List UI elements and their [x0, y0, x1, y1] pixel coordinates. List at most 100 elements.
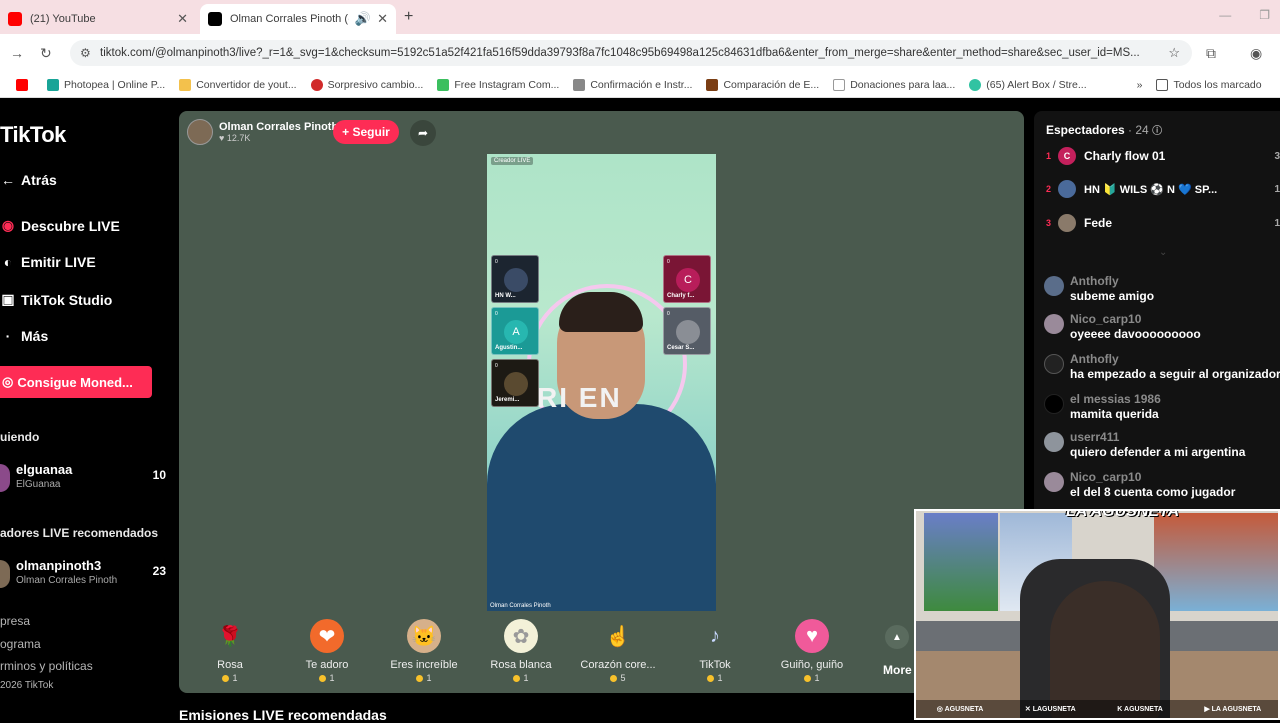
more-bookmarks-button[interactable]: »	[1137, 79, 1143, 91]
youtube-bookmark-icon[interactable]	[16, 78, 33, 91]
site-info-icon[interactable]: ⚙	[80, 46, 91, 60]
guest-tile[interactable]: 0 C Charly f...	[663, 255, 711, 303]
bookmark-alertbox[interactable]: (65) Alert Box / Stre...	[969, 78, 1087, 91]
avatar	[0, 464, 10, 492]
viewer-row[interactable]: 3 Fede 1	[1046, 210, 1280, 236]
tab-tiktok[interactable]: Olman Corrales Pinoth (@o 🔊 ✕	[200, 4, 396, 34]
site-icon	[706, 78, 719, 91]
chevron-down-icon[interactable]: ⌄	[1159, 247, 1167, 258]
share-icon[interactable]: ➦	[410, 120, 436, 146]
viewer-row[interactable]: 2 HN 🔰 WILS ⚽ N 💙 SP... 1	[1046, 176, 1280, 202]
minimize-icon[interactable]: —	[1219, 8, 1231, 22]
tiktok-logo[interactable]: TikTok	[0, 122, 66, 148]
link-icon	[573, 78, 586, 91]
guest-badge: 0	[495, 259, 498, 265]
chat-text: quiero defender a mi argentina	[1070, 445, 1246, 459]
x-handle: ✕ LAGUSNETA	[1024, 706, 1076, 713]
live-video[interactable]: RI EN Creador LIVE 0 HN W... 0 A Agustin…	[487, 154, 716, 611]
guest-tile[interactable]: 0 HN W...	[491, 255, 539, 303]
footer-link-empresa[interactable]: presa	[0, 614, 30, 628]
chat-username: userr411	[1070, 430, 1120, 444]
host-info[interactable]: Olman Corrales Pinoth ♥ 12.7K	[187, 119, 338, 145]
tab-label: Olman Corrales Pinoth (@o	[230, 13, 349, 25]
extensions-icon[interactable]: ⧉	[1206, 45, 1216, 62]
chat-username: el messias 1986	[1070, 392, 1161, 406]
arrow-icon	[833, 78, 846, 91]
gift-rosa[interactable]: 🌹 Rosa 1	[185, 619, 275, 684]
white-rose-icon: ✿	[504, 619, 538, 653]
new-tab-button[interactable]: +	[404, 8, 413, 26]
guest-name: Jeremi...	[495, 397, 520, 403]
bookmark-instagram[interactable]: Free Instagram Com...	[437, 78, 559, 91]
broadcast-icon: ◐	[3, 254, 13, 270]
guest-avatar: C	[676, 268, 700, 292]
avatar	[1058, 214, 1076, 232]
bookmark-all[interactable]: Todos los marcado	[1156, 78, 1262, 91]
footer-link-terms[interactable]: rminos y políticas	[0, 659, 93, 673]
forward-icon[interactable]: →	[10, 45, 24, 61]
gift-te-adoro[interactable]: ❤ Te adoro 1	[282, 619, 372, 683]
bookmark-sorpresivo[interactable]: Sorpresivo cambio...	[310, 78, 423, 91]
bookmarks-bar: Photopea | Online P... Convertidor de yo…	[0, 72, 1280, 98]
follow-button[interactable]: + Seguir	[333, 120, 399, 144]
bookmark-convertidor[interactable]: Convertidor de yout...	[179, 78, 297, 91]
gift-tiktok[interactable]: ♪ TikTok 1	[670, 619, 760, 684]
finger-heart-icon: ☝	[605, 625, 631, 648]
bookmark-photopea[interactable]: Photopea | Online P...	[47, 78, 165, 91]
bookmark-comparacion[interactable]: Comparación de E...	[706, 78, 819, 91]
footer-link-programa[interactable]: ograma	[0, 637, 41, 651]
more-gifts-button[interactable]: More	[883, 663, 912, 677]
guest-name: HN W...	[495, 293, 516, 299]
tab-youtube[interactable]: (21) YouTube ✕	[0, 4, 196, 34]
guest-tile[interactable]: 0 Cesar S...	[663, 307, 711, 355]
video-caption: Olman Corrales Pinoth	[490, 603, 551, 609]
rose-icon: 🌹	[217, 625, 243, 648]
url-field[interactable]: ⚙ tiktok.com/@olmanpinoth3/live?_r=1&_sv…	[70, 40, 1192, 66]
streamer-hair	[559, 292, 643, 332]
chat-username: Anthofly	[1070, 352, 1119, 366]
gift-guino[interactable]: ♥ Guiño, guiño 1	[767, 619, 857, 683]
streamer-body	[487, 404, 716, 611]
nav-tiktok-studio[interactable]: ▣ TikTok Studio	[0, 291, 112, 308]
reload-icon[interactable]: ↻	[40, 45, 52, 62]
guest-tile[interactable]: 0 Jeremi...	[491, 359, 539, 407]
watermark-logo: LA AGUSNETA	[1066, 509, 1180, 520]
close-tab-icon[interactable]: ✕	[377, 11, 388, 27]
guest-badge: 0	[667, 311, 670, 317]
guest-avatar	[504, 372, 528, 396]
audio-icon[interactable]: 🔊	[355, 11, 371, 27]
following-account[interactable]: elguanaa ElGuanaa 10	[0, 458, 170, 498]
nav-more[interactable]: · Más	[0, 328, 49, 344]
coin-icon: ◎	[2, 374, 14, 389]
nav-discover-live[interactable]: ◉ Descubre LIVE	[0, 217, 120, 234]
gift-eres-increible[interactable]: 🐱 Eres increíble 1	[379, 619, 469, 683]
get-coins-button[interactable]: ◎ Consigue Moned...	[0, 366, 152, 398]
chat-username: Nico_carp10	[1070, 470, 1142, 484]
profile-icon[interactable]: ◉	[1250, 45, 1262, 62]
chevron-up-icon[interactable]: ▲	[885, 625, 909, 649]
restore-icon[interactable]: ❐	[1259, 8, 1270, 22]
bookmark-donaciones[interactable]: Donaciones para laa...	[833, 78, 955, 91]
recommended-account[interactable]: olmanpinoth3 Olman Corrales Pinoth 23	[0, 554, 170, 594]
gift-rosa-blanca[interactable]: ✿ Rosa blanca 1	[476, 619, 566, 683]
viewer-count: 23	[152, 564, 166, 578]
guest-tile[interactable]: 0 A Agustin...	[491, 307, 539, 355]
nav-back[interactable]: ← Atrás	[0, 172, 57, 188]
host-avatar[interactable]	[187, 119, 213, 145]
gift-bar: 🌹 Rosa 1 ❤ Te adoro 1 🐱 Eres increíble 1…	[179, 611, 1024, 693]
nav-go-live[interactable]: ◐ Emitir LIVE	[0, 254, 96, 270]
close-tab-icon[interactable]: ✕	[177, 11, 188, 27]
bookmark-confirmacion[interactable]: Confirmación e Instr...	[573, 78, 692, 91]
guest-name: Agustin...	[495, 345, 523, 351]
chat-username: Nico_carp10	[1070, 312, 1142, 326]
social-handles: ◎ AGUSNETA ✕ LAGUSNETA K AGUSNETA ▶ LA A…	[916, 700, 1278, 718]
viewer-row[interactable]: 1 C Charly flow 01 3	[1046, 143, 1280, 169]
info-icon[interactable]: ⓘ	[1152, 126, 1162, 137]
guest-badge: 0	[495, 363, 498, 369]
avatar: C	[1058, 147, 1076, 165]
gift-corazon[interactable]: ☝ Corazón core... 5	[573, 619, 663, 684]
live-player[interactable]: Olman Corrales Pinoth ♥ 12.7K + Seguir ➦…	[179, 111, 1024, 693]
bookmark-star-icon[interactable]: ☆	[1168, 45, 1180, 61]
w-icon	[437, 78, 450, 91]
avatar	[1044, 432, 1064, 452]
